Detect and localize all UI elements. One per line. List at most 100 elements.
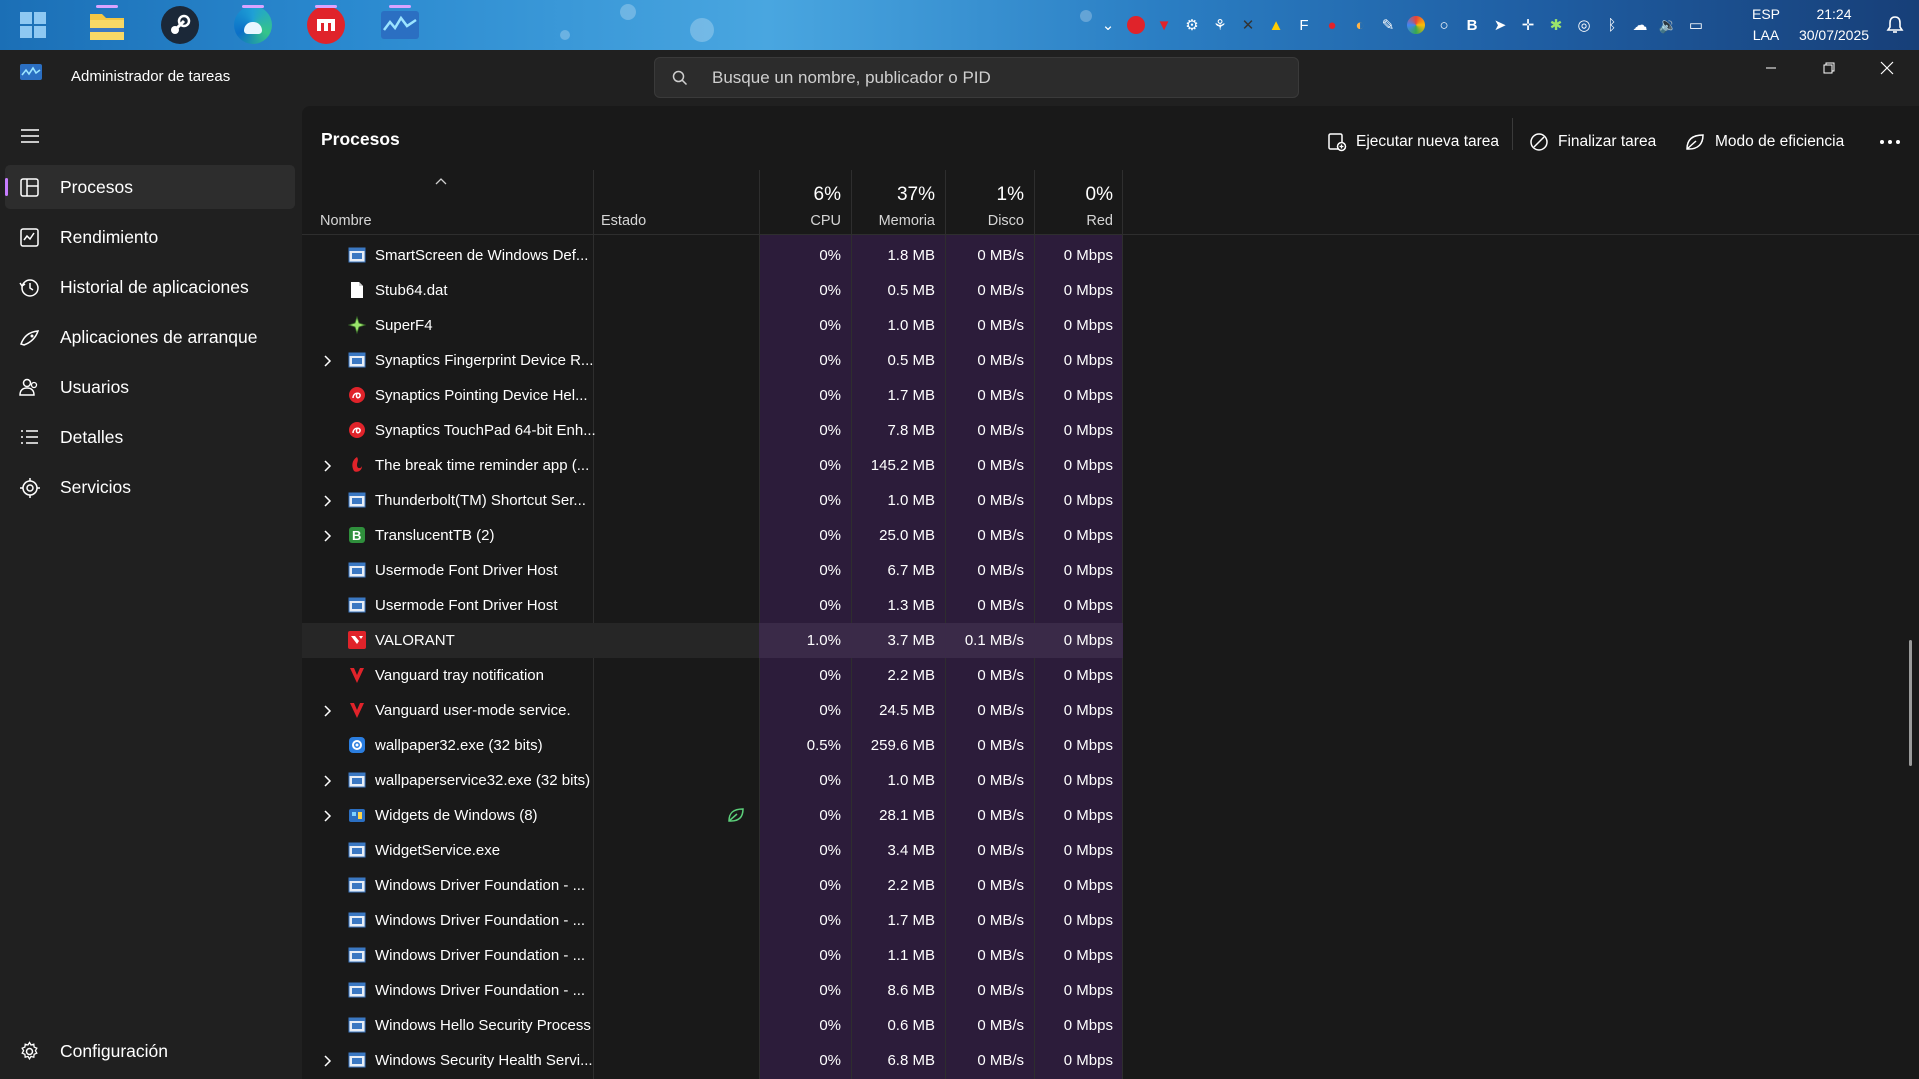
hamburger-button[interactable] xyxy=(14,122,46,150)
crosshair-tray-icon[interactable]: ✛ xyxy=(1517,14,1539,36)
chrome-tray-icon[interactable] xyxy=(1405,14,1427,36)
clock[interactable]: 21:24 30/07/2025 xyxy=(1798,4,1870,46)
mixed-tray-icon[interactable]: ◐ xyxy=(1349,14,1371,36)
process-row[interactable]: Widgets de Windows (8) 0% 28.1 MB 0 MB/s 0 M… xyxy=(302,798,1122,833)
sidebar-item-servicios[interactable]: Servicios xyxy=(5,465,295,509)
expand-chevron-icon[interactable] xyxy=(322,774,332,787)
process-cpu: 0% xyxy=(819,1017,841,1034)
process-row[interactable]: SmartScreen de Windows Def... 0% 1.8 MB 0 M… xyxy=(302,238,1122,273)
taskbar-task-manager[interactable] xyxy=(377,5,423,45)
expand-chevron-icon[interactable] xyxy=(322,704,332,717)
restore-button[interactable] xyxy=(1800,50,1858,86)
tool-tray-icon[interactable]: ✕ xyxy=(1237,14,1259,36)
scrollbar[interactable] xyxy=(1909,640,1912,766)
process-row[interactable]: Windows Security Health Servi... 0% 6.8 MB… xyxy=(302,1043,1122,1078)
process-row[interactable]: Stub64.dat 0% 0.5 MB 0 MB/s 0 Mbps xyxy=(302,273,1122,308)
column-name[interactable]: Nombre xyxy=(302,170,594,234)
start-button[interactable] xyxy=(10,5,56,45)
column-disk[interactable]: 1% Disco xyxy=(945,170,1034,234)
performance-icon xyxy=(20,228,39,247)
column-memory[interactable]: 37% Memoria xyxy=(851,170,945,234)
process-row[interactable]: Synaptics Pointing Device Hel... 0% 1.7 MB… xyxy=(302,378,1122,413)
process-row[interactable]: B TranslucentTB (2) 0% 25.0 MB 0 MB/s 0 Mbps xyxy=(302,518,1122,553)
sidebar-item-arranque[interactable]: Aplicaciones de arranque xyxy=(5,315,295,359)
taskbar-file-explorer[interactable] xyxy=(84,5,130,45)
column-network[interactable]: 0% Red xyxy=(1034,170,1123,234)
cursor-tray-icon[interactable]: ➤ xyxy=(1489,14,1511,36)
break-reminder-tray-icon[interactable]: ● xyxy=(1321,14,1343,36)
vanguard-icon xyxy=(348,701,366,719)
sidebar-item-procesos[interactable]: Procesos xyxy=(5,165,295,209)
expand-chevron-icon[interactable] xyxy=(322,529,332,542)
minimize-button[interactable] xyxy=(1742,50,1800,86)
search-box[interactable] xyxy=(654,57,1299,98)
gear-tray-icon[interactable]: ⚙ xyxy=(1181,14,1203,36)
taskbar-steam[interactable] xyxy=(157,5,203,45)
expand-chevron-icon[interactable] xyxy=(322,1054,332,1067)
process-row[interactable]: The break time reminder app (... 0% 145.2 … xyxy=(302,448,1122,483)
task-manager-icon xyxy=(381,11,419,39)
notification-bell-icon[interactable] xyxy=(1884,14,1906,36)
steam-tray-icon[interactable]: ⚘ xyxy=(1209,14,1231,36)
process-row[interactable]: Synaptics Fingerprint Device R... 0% 0.5 M… xyxy=(302,343,1122,378)
process-row[interactable]: Windows Driver Foundation - ... 0% 1.7 MB 0… xyxy=(302,903,1122,938)
process-row[interactable]: Windows Driver Foundation - ... 0% 8.6 MB 0… xyxy=(302,973,1122,1008)
process-disk: 0.1 MB/s xyxy=(964,632,1024,649)
process-name: Widgets de Windows (8) xyxy=(375,807,538,824)
pen-tray-icon[interactable]: ✎ xyxy=(1377,14,1399,36)
expand-chevron-icon[interactable] xyxy=(322,459,332,472)
process-row[interactable]: wallpaperservice32.exe (32 bits) 0% 1.0 MB… xyxy=(302,763,1122,798)
process-row[interactable]: Windows Driver Foundation - ... 0% 1.1 MB 0… xyxy=(302,938,1122,973)
process-row[interactable]: Windows Hello Security Process 0% 0.6 MB 0 … xyxy=(302,1008,1122,1043)
sidebar-item-usuarios[interactable]: Usuarios xyxy=(5,365,295,409)
expand-chevron-icon[interactable] xyxy=(322,494,332,507)
sidebar-item-rendimiento[interactable]: Rendimiento xyxy=(5,215,295,259)
settings-button[interactable]: Configuración xyxy=(5,1029,295,1073)
process-row[interactable]: Usermode Font Driver Host 0% 1.3 MB 0 MB/s 0… xyxy=(302,588,1122,623)
flow-tray-icon[interactable]: F xyxy=(1293,14,1315,36)
expand-chevron-icon[interactable] xyxy=(322,354,332,367)
warning-tray-icon[interactable]: ▲ xyxy=(1265,14,1287,36)
process-row[interactable]: Synaptics TouchPad 64-bit Enh... 0% 7.8 MB… xyxy=(302,413,1122,448)
input-language[interactable]: ESP LAA xyxy=(1752,4,1780,46)
column-cpu[interactable]: 6% CPU xyxy=(759,170,851,234)
sidebar-item-label: Rendimiento xyxy=(60,226,159,247)
taskbar-red-app[interactable] xyxy=(303,5,349,45)
efficiency-mode-button[interactable]: Modo de eficiencia xyxy=(1684,124,1844,160)
network-icon[interactable]: ▭ xyxy=(1685,14,1707,36)
process-row[interactable]: Vanguard user-mode service. 0% 24.5 MB 0 MB… xyxy=(302,693,1122,728)
cloud-tray-icon[interactable]: ☁ xyxy=(1629,14,1651,36)
column-status-label: Estado xyxy=(601,213,647,229)
process-name: wallpaperservice32.exe (32 bits) xyxy=(375,772,591,789)
process-row[interactable]: VALORANT 1.0% 3.7 MB 0.1 MB/s 0 Mbps xyxy=(302,623,1123,658)
process-row[interactable]: Vanguard tray notification 0% 2.2 MB 0 MB/s… xyxy=(302,658,1122,693)
column-status[interactable]: Estado xyxy=(592,170,759,234)
sidebar-item-detalles[interactable]: Detalles xyxy=(5,415,295,459)
run-new-task-button[interactable]: Ejecutar nueva tarea xyxy=(1327,124,1499,160)
capture-tray-icon[interactable]: ◎ xyxy=(1573,14,1595,36)
taskbar-edge[interactable] xyxy=(230,5,276,45)
process-row[interactable]: wallpaper32.exe (32 bits) 0.5% 259.6 MB 0 M… xyxy=(302,728,1122,763)
chevron-up-icon[interactable]: ⌄ xyxy=(1097,14,1119,36)
superf4-tray-icon[interactable]: ✱ xyxy=(1545,14,1567,36)
more-options-button[interactable] xyxy=(1879,124,1910,160)
end-task-button[interactable]: Finalizar tarea xyxy=(1529,124,1656,160)
process-memory: 25.0 MB xyxy=(879,527,935,544)
search-input[interactable] xyxy=(712,58,1272,97)
process-row[interactable]: Thunderbolt(TM) Shortcut Ser... 0% 1.0 MB 0… xyxy=(302,483,1122,518)
sidebar-item-label: Usuarios xyxy=(60,376,130,397)
bluetooth-icon[interactable]: ᛒ xyxy=(1601,14,1623,36)
process-row[interactable]: WidgetService.exe 0% 3.4 MB 0 MB/s 0 Mbps xyxy=(302,833,1122,868)
clock-date: 30/07/2025 xyxy=(1798,27,1870,43)
process-row[interactable]: Windows Driver Foundation - ... 0% 2.2 MB 0… xyxy=(302,868,1122,903)
tray-red-app-icon[interactable] xyxy=(1125,14,1147,36)
sidebar-item-historial[interactable]: Historial de aplicaciones xyxy=(5,265,295,309)
vanguard-tray-icon[interactable]: ▼ xyxy=(1153,14,1175,36)
volume-icon[interactable]: 🔉 xyxy=(1657,14,1679,36)
process-row[interactable]: Usermode Font Driver Host 0% 6.7 MB 0 MB/s 0… xyxy=(302,553,1122,588)
dot-tray-icon[interactable]: ○ xyxy=(1433,14,1455,36)
close-button[interactable] xyxy=(1858,50,1916,86)
expand-chevron-icon[interactable] xyxy=(322,809,332,822)
process-row[interactable]: SuperF4 0% 1.0 MB 0 MB/s 0 Mbps xyxy=(302,308,1122,343)
translucenttb-tray-icon[interactable]: B xyxy=(1461,14,1483,36)
